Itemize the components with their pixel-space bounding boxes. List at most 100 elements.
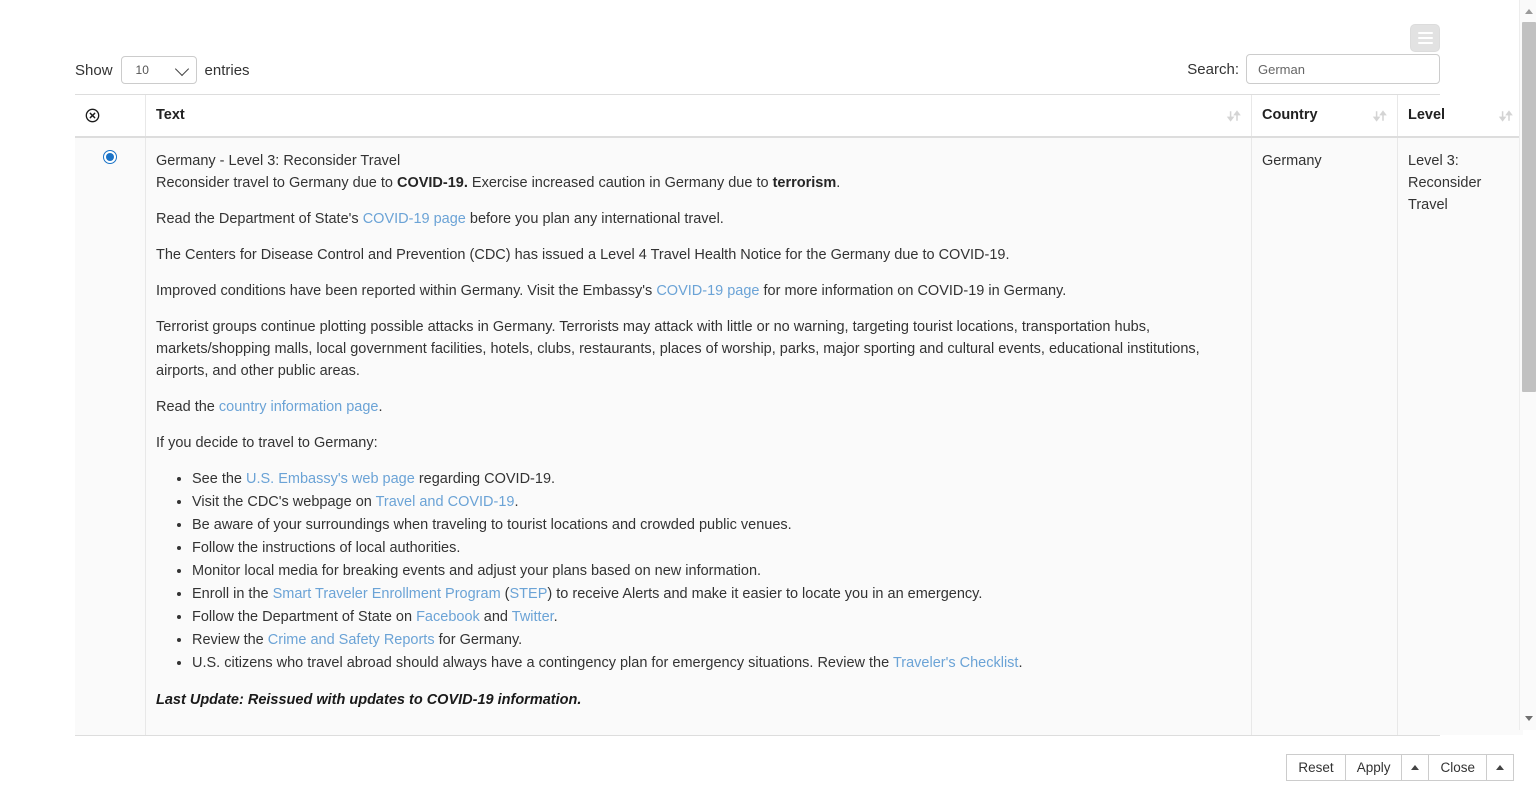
hamburger-line-icon [1417, 42, 1433, 44]
row-level-cell: Level 3: Reconsider Travel [1397, 137, 1523, 735]
embassy-covid-19-page-link[interactable]: COVID-19 page [656, 283, 759, 299]
column-header-country-label: Country [1262, 107, 1318, 123]
p6-pre: Read the [156, 399, 219, 415]
bullet-2-text: Be aware of your surroundings when trave… [192, 517, 792, 533]
reset-button[interactable]: Reset [1286, 754, 1345, 781]
list-item: See the U.S. Embassy's web page regardin… [192, 468, 1241, 491]
p4-post: for more information on COVID-19 in Germ… [759, 283, 1067, 299]
scroll-up-button[interactable] [1520, 3, 1536, 20]
page-length-value: 10 [135, 63, 149, 77]
table-header-row: Text Country Level [75, 95, 1523, 138]
row-country-cell: Germany [1251, 137, 1398, 735]
summary-bold-terrorism: terrorism [772, 175, 837, 191]
row-select-cell[interactable] [75, 137, 146, 735]
facebook-link[interactable]: Facebook [416, 609, 480, 625]
advisory-paragraph-2: Read the Department of State's COVID-19 … [156, 208, 1241, 230]
hamburger-line-icon [1417, 32, 1433, 34]
list-item: Follow the Department of State on Facebo… [192, 606, 1241, 629]
show-entries-control: Show 10 entries [75, 56, 250, 84]
advisory-bullet-list: See the U.S. Embassy's web page regardin… [156, 468, 1241, 675]
bullet-0-post: regarding COVID-19. [414, 471, 556, 487]
bullet-6-pre: Follow the Department of State on [192, 609, 417, 625]
triangle-up-icon [1524, 9, 1533, 14]
bullet-6-mid: and [479, 609, 512, 625]
column-header-country[interactable]: Country [1251, 95, 1398, 138]
advisory-summary: Reconsider travel to Germany due to COVI… [156, 172, 1241, 194]
sort-icon [1372, 108, 1388, 124]
travelers-checklist-link[interactable]: Traveler's Checklist [893, 655, 1019, 671]
triangle-up-icon [1411, 765, 1420, 770]
country-information-page-link[interactable]: country information page [219, 399, 379, 415]
list-item: Follow the instructions of local authori… [192, 537, 1241, 560]
table-toolbar: Show 10 entries Search: [0, 0, 1452, 92]
entries-label: entries [204, 61, 250, 79]
bullet-8-post: . [1018, 655, 1023, 671]
vertical-scrollbar[interactable] [1519, 0, 1536, 730]
travel-and-covid-19-link[interactable]: Travel and COVID-19 [376, 494, 515, 510]
scroll-down-button[interactable] [1520, 710, 1536, 727]
column-header-level[interactable]: Level [1397, 95, 1523, 138]
step-program-link[interactable]: Smart Traveler Enrollment Program [273, 586, 501, 602]
dialog-button-bar: Reset Apply Close [1286, 754, 1514, 781]
list-item: Be aware of your surroundings when trave… [192, 514, 1241, 537]
bullet-4-text: Monitor local media for breaking events … [192, 563, 762, 579]
covid-19-page-link[interactable]: COVID-19 page [363, 211, 466, 227]
close-button[interactable]: Close [1428, 754, 1486, 781]
bullet-1-post: . [514, 494, 519, 510]
bullet-7-post: for Germany. [434, 632, 523, 648]
bullet-5-post: ) to receive Alerts and make it easier t… [547, 586, 983, 602]
apply-dropdown-button[interactable] [1401, 754, 1429, 781]
summary-pre: Reconsider travel to Germany due to [156, 175, 397, 191]
table-row[interactable]: Germany - Level 3: Reconsider Travel Rec… [75, 137, 1523, 735]
filter-dialog: Show 10 entries Search: German Text Coun… [0, 0, 1536, 795]
column-header-level-label: Level [1408, 107, 1446, 123]
triangle-up-icon [1496, 765, 1504, 770]
p2-post: before you plan any international travel… [465, 211, 724, 227]
twitter-link[interactable]: Twitter [512, 609, 554, 625]
clear-circle-x-icon[interactable] [85, 108, 100, 123]
advisory-paragraph-3: The Centers for Disease Control and Prev… [156, 247, 1010, 263]
column-header-text-label: Text [156, 107, 185, 123]
bullet-8-pre: U.S. citizens who travel abroad should a… [192, 655, 893, 671]
advisory-paragraph-7: If you decide to travel to Germany: [156, 435, 378, 451]
advisory-paragraph-terrorism: Terrorist groups continue plotting possi… [156, 319, 1200, 379]
advisory-paragraph-4: Improved conditions have been reported w… [156, 280, 1241, 302]
apply-button[interactable]: Apply [1344, 754, 1402, 781]
summary-post: . [836, 175, 841, 191]
advisory-title: Germany - Level 3: Reconsider Travel [156, 153, 401, 169]
page-length-select[interactable]: 10 [120, 56, 197, 84]
sort-icon [1226, 108, 1242, 124]
column-visibility-button[interactable] [1410, 24, 1440, 52]
search-input[interactable] [1246, 54, 1440, 84]
column-header-text[interactable]: Text [145, 95, 1252, 138]
row-text-cell: Germany - Level 3: Reconsider Travel Rec… [145, 137, 1252, 735]
crime-and-safety-reports-link[interactable]: Crime and Safety Reports [268, 632, 435, 648]
triangle-down-icon [1524, 716, 1533, 721]
close-dropdown-button[interactable] [1486, 754, 1514, 781]
bullet-0-pre: See the [192, 471, 247, 487]
step-link[interactable]: STEP [510, 586, 548, 602]
p6-post: . [378, 399, 383, 415]
sort-icon [1498, 108, 1514, 124]
bullet-5-pre: Enroll in the [192, 586, 273, 602]
results-table-container: Text Country Level Germany - Level 3: Re… [75, 94, 1523, 736]
scrollbar-thumb[interactable] [1522, 22, 1536, 392]
last-update-note: Last Update: Reissued with updates to CO… [156, 692, 582, 708]
search-label: Search: [1187, 60, 1239, 78]
bullet-5-mid: ( [500, 586, 510, 602]
list-item: Review the Crime and Safety Reports for … [192, 629, 1241, 652]
summary-mid: Exercise increased caution in Germany du… [467, 175, 773, 191]
bullet-6-post: . [553, 609, 558, 625]
us-embassy-web-page-link[interactable]: U.S. Embassy's web page [246, 471, 415, 487]
bullet-1-pre: Visit the CDC's webpage on [192, 494, 376, 510]
search-control: Search: [1187, 54, 1440, 84]
list-item: Monitor local media for breaking events … [192, 560, 1241, 583]
table-head: Text Country Level [75, 95, 1523, 138]
chevron-down-icon [174, 61, 189, 77]
list-item: Visit the CDC's webpage on Travel and CO… [192, 491, 1241, 514]
bullet-7-pre: Review the [192, 632, 268, 648]
results-table: Text Country Level Germany - Level 3: Re… [75, 95, 1523, 735]
bullet-3-text: Follow the instructions of local authori… [192, 540, 461, 556]
row-radio-button[interactable] [103, 150, 117, 164]
column-header-select[interactable] [75, 95, 146, 138]
